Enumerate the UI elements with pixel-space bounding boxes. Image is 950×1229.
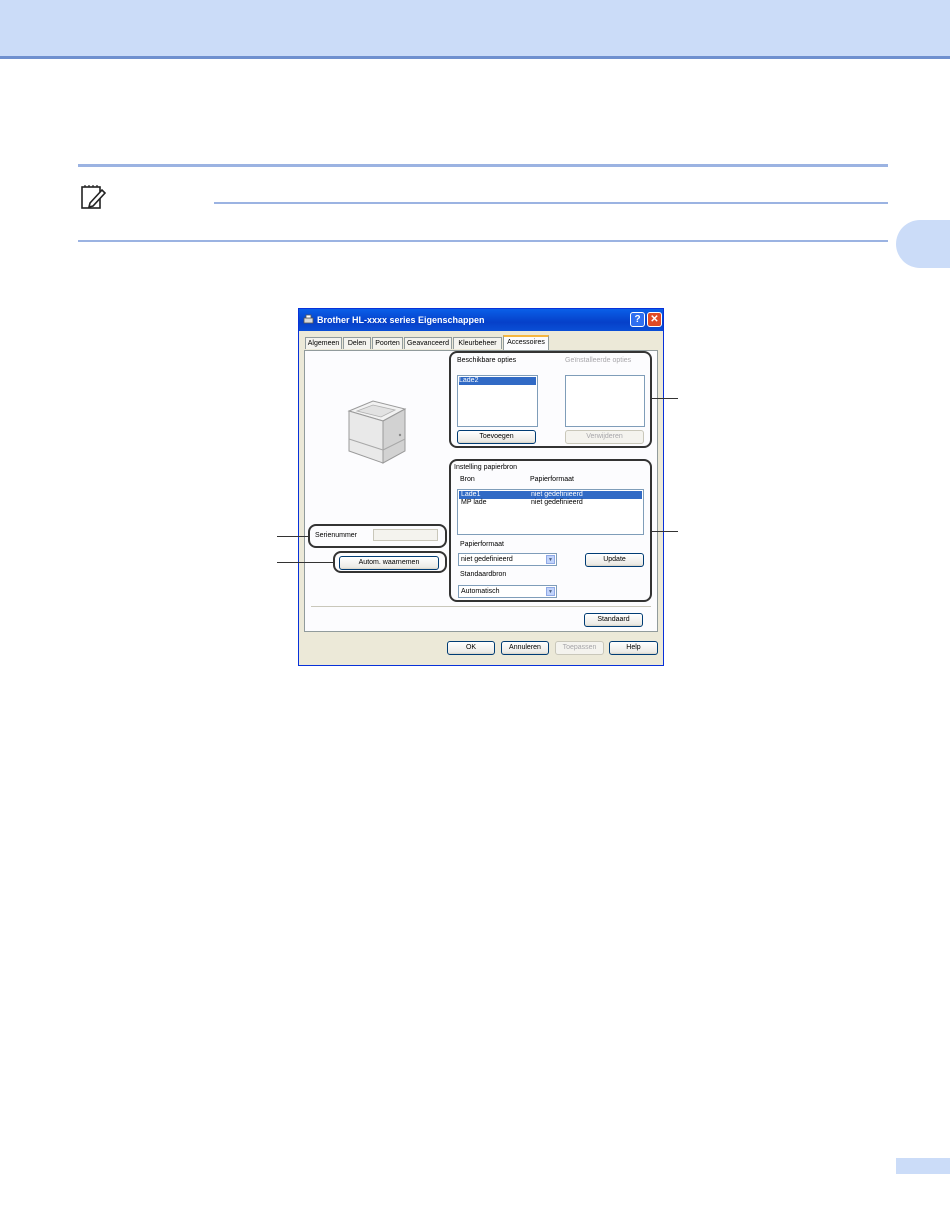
page-number-box [896, 1158, 950, 1174]
help-button[interactable]: Help [609, 641, 658, 655]
note-rule-top [78, 164, 888, 167]
ok-button[interactable]: OK [447, 641, 495, 655]
callout-leader [277, 562, 333, 563]
cancel-button[interactable]: Annuleren [501, 641, 549, 655]
apply-button[interactable]: Toepassen [555, 641, 604, 655]
divider [311, 606, 651, 607]
callout-paper-source-box [449, 459, 652, 602]
tab-kleurbeheer[interactable]: Kleurbeheer [453, 337, 502, 349]
tab-delen[interactable]: Delen [343, 337, 371, 349]
dialog-title: Brother HL-xxxx series Eigenschappen [317, 315, 485, 325]
tab-algemeen[interactable]: Algemeen [305, 337, 342, 349]
note-rule-bottom [78, 240, 888, 242]
title-help-button[interactable]: ? [630, 312, 645, 327]
printer-icon [303, 314, 314, 324]
callout-auto-detect-box [333, 551, 447, 573]
note-rule-middle [214, 202, 888, 204]
tab-accessoires[interactable]: Accessoires [503, 335, 549, 350]
dialog-titlebar[interactable]: Brother HL-xxxx series Eigenschappen ? ✕ [299, 309, 663, 331]
callout-leader [652, 531, 678, 532]
pencil-note-icon [81, 185, 106, 209]
callout-options-box [449, 351, 652, 448]
chapter-tab [896, 220, 950, 268]
callout-leader [652, 398, 678, 399]
callout-leader [277, 536, 308, 537]
tab-poorten[interactable]: Poorten [372, 337, 403, 349]
default-button[interactable]: Standaard [584, 613, 643, 627]
tab-geavanceerd[interactable]: Geavanceerd [404, 337, 452, 349]
printer-illustration [347, 400, 407, 464]
callout-serial-box [308, 524, 447, 548]
title-close-button[interactable]: ✕ [647, 312, 662, 327]
header-band [0, 0, 950, 59]
